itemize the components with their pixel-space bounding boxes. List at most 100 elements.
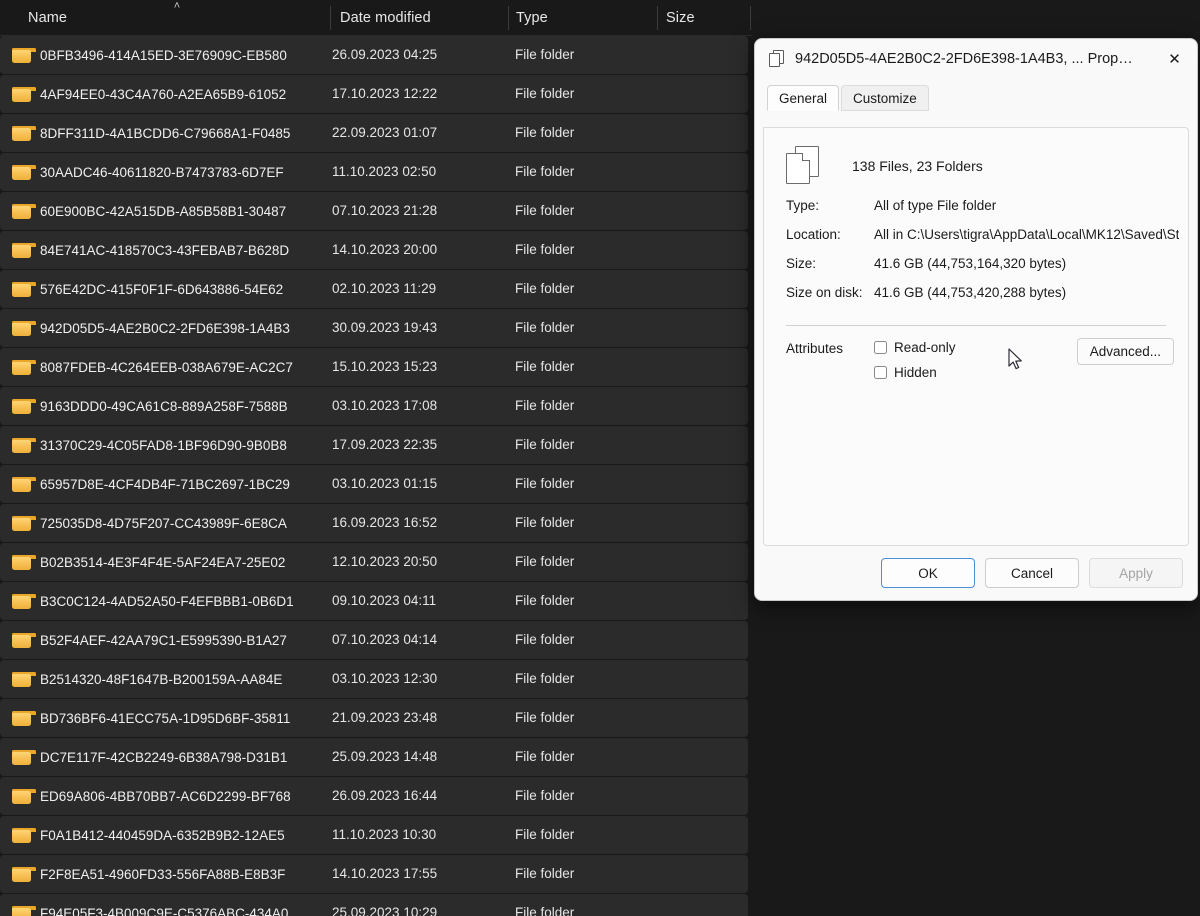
checkbox-box[interactable] — [874, 366, 887, 379]
multiple-documents-icon — [786, 146, 822, 186]
folder-name: 31370C29-4C05FAD8-1BF96D90-9B0B8 — [40, 437, 287, 453]
file-rows-container: 0BFB3496-414A15ED-3E76909C-EB580 26.09.20… — [0, 36, 752, 916]
cell-date-modified: 11.10.2023 10:30 — [332, 827, 437, 842]
cell-type: File folder — [515, 827, 575, 842]
folder-icon — [12, 125, 36, 141]
cell-name: 4AF94EE0-43C4A760-A2EA65B9-61052 — [12, 86, 322, 102]
column-divider[interactable] — [508, 6, 509, 30]
ok-button[interactable]: OK — [881, 558, 975, 588]
attributes-label: Attributes — [786, 341, 844, 356]
column-header-type[interactable]: Type — [516, 0, 548, 36]
checkbox-hidden[interactable]: Hidden — [874, 365, 956, 380]
cell-date-modified: 09.10.2023 04:11 — [332, 593, 437, 608]
folder-name: B2514320-48F1647B-B200159A-AA84E — [40, 671, 283, 687]
table-row[interactable]: 60E900BC-42A515DB-A85B58B1-30487 07.10.20… — [0, 192, 748, 230]
cell-date-modified: 12.10.2023 20:50 — [332, 554, 438, 569]
table-row[interactable]: B2514320-48F1647B-B200159A-AA84E 03.10.20… — [0, 660, 748, 698]
checkbox-read-only[interactable]: Read-only — [874, 340, 956, 355]
table-row[interactable]: 4AF94EE0-43C4A760-A2EA65B9-61052 17.10.20… — [0, 75, 748, 113]
cell-date-modified: 30.09.2023 19:43 — [332, 320, 438, 335]
cell-name: B3C0C124-4AD52A50-F4EFBBB1-0B6D1 — [12, 593, 322, 609]
cell-date-modified: 16.09.2023 16:52 — [332, 515, 438, 530]
cancel-button[interactable]: Cancel — [985, 558, 1079, 588]
table-row[interactable]: 0BFB3496-414A15ED-3E76909C-EB580 26.09.20… — [0, 36, 748, 74]
table-row[interactable]: B3C0C124-4AD52A50-F4EFBBB1-0B6D1 09.10.20… — [0, 582, 748, 620]
field-value: 41.6 GB (44,753,420,288 bytes) — [874, 285, 1067, 300]
table-row[interactable]: 65957D8E-4CF4DB4F-71BC2697-1BC29 03.10.20… — [0, 465, 748, 503]
column-divider[interactable] — [657, 6, 658, 30]
table-row[interactable]: DC7E117F-42CB2249-6B38A798-D31B1 25.09.20… — [0, 738, 748, 776]
cell-name: 725035D8-4D75F207-CC43989F-6E8CA — [12, 515, 322, 531]
cell-date-modified: 26.09.2023 16:44 — [332, 788, 438, 803]
advanced-button[interactable]: Advanced... — [1076, 338, 1174, 365]
table-row[interactable]: 84E741AC-418570C3-43FEBAB7-B628D 14.10.20… — [0, 231, 748, 269]
cell-date-modified: 25.09.2023 10:29 — [332, 905, 438, 916]
cell-name: 8DFF311D-4A1BCDD6-C79668A1-F0485 — [12, 125, 322, 141]
cell-type: File folder — [515, 320, 575, 335]
cell-date-modified: 03.10.2023 12:30 — [332, 671, 438, 686]
cell-name: F0A1B412-440459DA-6352B9B2-12AE5 — [12, 827, 322, 843]
cell-type: File folder — [515, 359, 575, 374]
table-row[interactable]: 8DFF311D-4A1BCDD6-C79668A1-F0485 22.09.20… — [0, 114, 748, 152]
table-row[interactable]: 576E42DC-415F0F1F-6D643886-54E62 02.10.20… — [0, 270, 748, 308]
cell-date-modified: 15.10.2023 15:23 — [332, 359, 438, 374]
folder-name: 30AADC46-40611820-B7473783-6D7EF — [40, 164, 284, 180]
cell-type: File folder — [515, 242, 575, 257]
column-divider[interactable] — [750, 6, 751, 30]
checkbox-box[interactable] — [874, 341, 887, 354]
file-count-summary: 138 Files, 23 Folders — [852, 158, 983, 174]
table-row[interactable]: F0A1B412-440459DA-6352B9B2-12AE5 11.10.20… — [0, 816, 748, 854]
tab-general[interactable]: General — [767, 85, 840, 111]
table-row[interactable]: 725035D8-4D75F207-CC43989F-6E8CA 16.09.20… — [0, 504, 748, 542]
column-divider[interactable] — [330, 6, 331, 30]
cell-type: File folder — [515, 671, 575, 686]
dialog-title-bar[interactable]: 942D05D5-4AE2B0C2-2FD6E398-1A4B3, ... Pr… — [755, 39, 1197, 79]
table-row[interactable]: 30AADC46-40611820-B7473783-6D7EF 11.10.20… — [0, 153, 748, 191]
table-row[interactable]: BD736BF6-41ECC75A-1D95D6BF-35811 21.09.20… — [0, 699, 748, 737]
table-row[interactable]: 942D05D5-4AE2B0C2-2FD6E398-1A4B3 30.09.20… — [0, 309, 748, 347]
folder-icon — [12, 320, 36, 336]
field-label: Type: — [786, 198, 820, 213]
folder-icon — [12, 905, 36, 916]
close-icon[interactable]: ✕ — [1152, 39, 1197, 79]
column-header-date-modified[interactable]: Date modified — [340, 0, 431, 36]
folder-icon — [12, 632, 36, 648]
folder-icon — [12, 242, 36, 258]
cell-name: 8087FDEB-4C264EEB-038A679E-AC2C7 — [12, 359, 322, 375]
column-header-size[interactable]: Size — [666, 0, 695, 36]
cell-name: 84E741AC-418570C3-43FEBAB7-B628D — [12, 242, 322, 258]
folder-icon — [12, 710, 36, 726]
table-row[interactable]: ED69A806-4BB70BB7-AC6D2299-BF768 26.09.20… — [0, 777, 748, 815]
cell-type: File folder — [515, 515, 575, 530]
table-row[interactable]: B52F4AEF-42AA79C1-E5995390-B1A27 07.10.20… — [0, 621, 748, 659]
cell-name: 60E900BC-42A515DB-A85B58B1-30487 — [12, 203, 322, 219]
table-row[interactable]: 31370C29-4C05FAD8-1BF96D90-9B0B8 17.09.20… — [0, 426, 748, 464]
checkbox-label: Read-only — [894, 340, 956, 355]
cell-name: BD736BF6-41ECC75A-1D95D6BF-35811 — [12, 710, 322, 726]
folder-name: 60E900BC-42A515DB-A85B58B1-30487 — [40, 203, 287, 219]
table-row[interactable]: F2F8EA51-4960FD33-556FA88B-E8B3F 14.10.20… — [0, 855, 748, 893]
table-row[interactable]: B02B3514-4E3F4F4E-5AF24EA7-25E02 12.10.20… — [0, 543, 748, 581]
screen: ˄ Name Date modified Type Size 0BFB3496-… — [0, 0, 1200, 916]
cell-type: File folder — [515, 632, 575, 647]
checkbox-label: Hidden — [894, 365, 937, 380]
field-value: All of type File folder — [874, 198, 997, 213]
table-row[interactable]: 8087FDEB-4C264EEB-038A679E-AC2C7 15.10.20… — [0, 348, 748, 386]
column-header-name[interactable]: Name — [28, 0, 67, 36]
tab-customize[interactable]: Customize — [841, 85, 929, 111]
cell-name: 65957D8E-4CF4DB4F-71BC2697-1BC29 — [12, 476, 322, 492]
cell-date-modified: 07.10.2023 04:14 — [332, 632, 438, 647]
folder-name: 8087FDEB-4C264EEB-038A679E-AC2C7 — [40, 359, 293, 375]
cell-date-modified: 03.10.2023 01:15 — [332, 476, 438, 491]
dialog-title: 942D05D5-4AE2B0C2-2FD6E398-1A4B3, ... Pr… — [795, 51, 1140, 67]
folder-name: BD736BF6-41ECC75A-1D95D6BF-35811 — [40, 710, 291, 726]
cell-type: File folder — [515, 905, 575, 916]
folder-name: 576E42DC-415F0F1F-6D643886-54E62 — [40, 281, 284, 297]
folder-name: 4AF94EE0-43C4A760-A2EA65B9-61052 — [40, 86, 287, 102]
cell-type: File folder — [515, 86, 575, 101]
cell-type: File folder — [515, 164, 575, 179]
folder-name: DC7E117F-42CB2249-6B38A798-D31B1 — [40, 749, 288, 765]
folder-icon — [12, 788, 36, 804]
table-row[interactable]: 9163DDD0-49CA61C8-889A258F-7588B 03.10.20… — [0, 387, 748, 425]
table-row[interactable]: F94E05F3-4B009C9E-C5376ABC-434A0 25.09.20… — [0, 894, 748, 916]
